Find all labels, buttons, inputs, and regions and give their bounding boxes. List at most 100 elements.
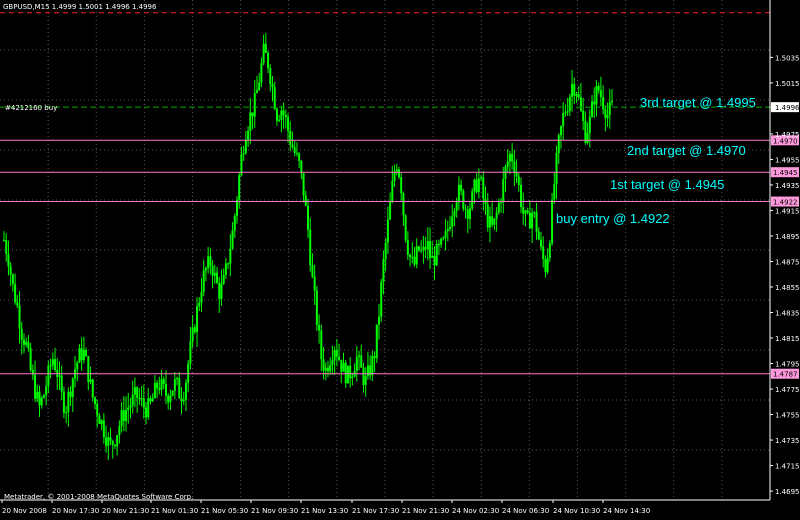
candle-body	[109, 437, 112, 441]
candle-body	[311, 265, 314, 277]
candle-body	[80, 348, 83, 361]
candle-body	[486, 204, 489, 228]
candle-body	[378, 316, 381, 325]
candle-body	[235, 199, 238, 216]
candle-body	[178, 378, 181, 399]
candle-body	[255, 89, 258, 94]
candle-body	[413, 256, 416, 265]
candle-body	[344, 362, 347, 384]
candle-body	[204, 268, 207, 271]
time-tick-label: 21 Nov 05:30	[201, 507, 248, 515]
candle-body	[537, 231, 540, 240]
level-price-tag-text: 1.4922	[773, 199, 798, 207]
candle-body	[318, 324, 321, 331]
candle-body	[60, 375, 63, 392]
price-tick-label: 1.4755	[775, 412, 800, 420]
candle-body	[535, 212, 538, 232]
candle-body	[335, 350, 338, 357]
candle-body	[54, 359, 57, 370]
candle-body	[16, 302, 19, 306]
candle-body	[477, 178, 480, 192]
order-label[interactable]: #4212160 buy	[5, 104, 57, 112]
time-tick-label: 24 Nov 14:30	[603, 507, 650, 515]
price-tick-label: 1.4815	[775, 335, 800, 343]
candle-body	[11, 274, 14, 285]
candle-body	[71, 378, 74, 397]
candle-body	[218, 282, 221, 299]
candle-body	[58, 375, 61, 377]
candle-body	[191, 327, 194, 342]
candle-body	[453, 211, 456, 217]
price-tick-label: 1.4775	[775, 386, 800, 394]
candle-body	[29, 348, 32, 370]
candle-body	[171, 390, 174, 396]
candle-body	[366, 365, 369, 377]
candle-body	[409, 254, 412, 258]
candle-body	[36, 391, 39, 399]
candle-body	[406, 240, 409, 255]
candle-body	[511, 153, 514, 162]
candle-body	[289, 130, 292, 145]
candle-body	[231, 230, 234, 249]
candle-body	[520, 184, 523, 207]
candle-body	[78, 348, 81, 363]
candle-body	[404, 215, 407, 241]
candle-body	[253, 93, 256, 117]
candle-body	[493, 218, 496, 225]
chart-canvas[interactable]: 1.49701.49451.49221.4787 1.50351.50151.4…	[0, 0, 800, 520]
candle-body	[244, 140, 247, 154]
candle-body	[302, 173, 305, 196]
candle-body	[273, 87, 276, 110]
candle-body	[167, 395, 170, 403]
candle-body	[482, 177, 485, 199]
candle-body	[346, 365, 349, 384]
time-tick-label: 21 Nov 21:30	[402, 507, 449, 515]
candle-body	[233, 215, 236, 231]
candle-body	[473, 179, 476, 192]
candle-body	[495, 212, 498, 219]
candle-body	[151, 398, 154, 402]
candle-body	[25, 341, 28, 345]
candle-body	[320, 330, 323, 360]
price-tick-label: 1.4715	[775, 463, 800, 471]
time-tick-label: 21 Nov 13:30	[301, 507, 348, 515]
candle-body	[488, 216, 491, 228]
time-tick-label: 20 Nov 17:30	[52, 507, 99, 515]
candle-body	[184, 382, 187, 400]
candle-body	[584, 120, 587, 143]
candle-body	[564, 112, 567, 114]
candle-body	[313, 276, 316, 291]
price-tick-label: 1.4875	[775, 258, 800, 266]
candle-body	[287, 117, 290, 131]
candle-body	[34, 374, 37, 399]
candle-body	[544, 259, 547, 272]
candle-body	[586, 132, 589, 143]
candle-body	[593, 101, 596, 105]
candle-body	[158, 388, 161, 390]
candle-body	[207, 256, 210, 269]
candle-body	[169, 395, 172, 403]
price-tick-label: 1.4975	[775, 131, 800, 139]
candle-body	[464, 208, 467, 210]
candle-body	[45, 386, 48, 396]
candle-body	[278, 119, 281, 121]
candle-body	[526, 210, 529, 213]
candle-body	[173, 379, 176, 391]
candle-body	[9, 266, 12, 275]
candle-body	[200, 292, 203, 303]
candle-body	[497, 203, 500, 213]
candle-body	[329, 365, 332, 372]
candle-body	[468, 208, 471, 219]
time-tick-label: 21 Nov 01:30	[151, 507, 198, 515]
candle-body	[606, 115, 609, 119]
candle-body	[360, 355, 363, 368]
candle-body	[591, 101, 594, 117]
candle-body	[417, 246, 420, 251]
candle-body	[415, 246, 418, 265]
candle-body	[571, 83, 574, 97]
candle-body	[67, 391, 70, 413]
candle-body	[47, 365, 50, 387]
candle-body	[189, 341, 192, 364]
candle-body	[442, 237, 445, 239]
price-tick-label: 1.4735	[775, 437, 800, 445]
